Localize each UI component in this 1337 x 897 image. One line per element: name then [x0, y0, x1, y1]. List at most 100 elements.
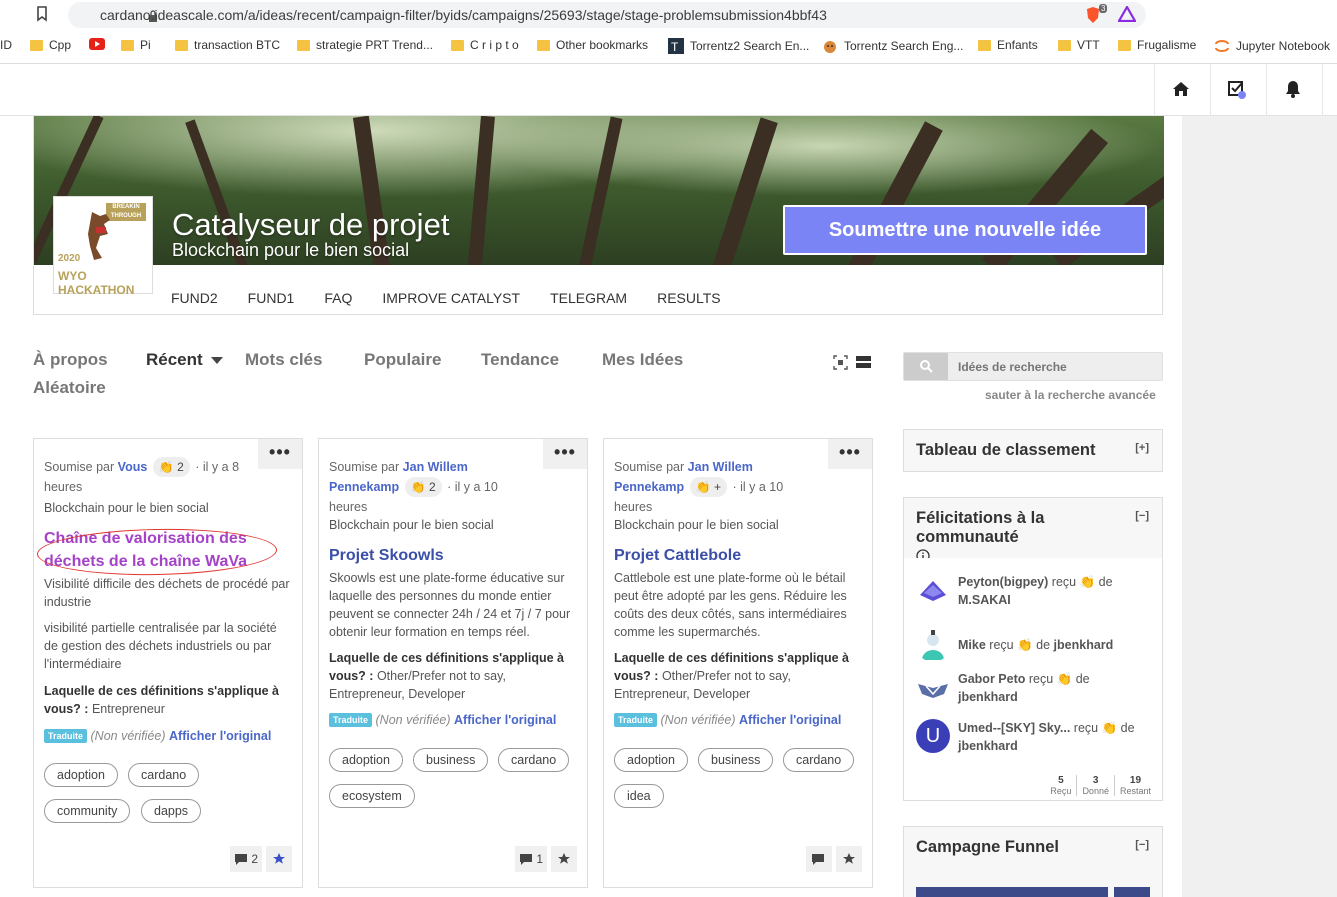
- idea-solution: visibilité partielle centralisée par la …: [44, 621, 277, 671]
- tag-adoption[interactable]: adoption: [44, 763, 118, 787]
- bookmark-id[interactable]: ID: [0, 38, 12, 52]
- kudos-giver[interactable]: jbenkhard: [1054, 638, 1114, 652]
- tab-popular[interactable]: Populaire: [364, 350, 441, 370]
- grid-view-icon[interactable]: [833, 355, 848, 370]
- idea-card[interactable]: ••• Soumise par Jan Willem Pennekamp 👏 +…: [603, 438, 873, 888]
- bookmark-icon[interactable]: [36, 6, 48, 22]
- community-kudos-widget: Félicitations à la communauté [−] Peyton(…: [903, 497, 1163, 801]
- bookmark-youtube[interactable]: [89, 38, 105, 50]
- tab-keywords[interactable]: Mots clés: [245, 350, 322, 370]
- comments-button[interactable]: [806, 846, 832, 872]
- tag-cardano[interactable]: cardano: [128, 763, 200, 787]
- kudos-stats: 5 Reçu 3 Donné 19 Restant: [1045, 775, 1156, 796]
- tag-adoption[interactable]: adoption: [329, 748, 403, 772]
- clap-icon: 👏: [1079, 575, 1096, 589]
- clap-badge[interactable]: 👏 2: [152, 457, 190, 477]
- star-icon: [843, 853, 855, 864]
- home-icon[interactable]: [1170, 78, 1192, 100]
- nav-fund1[interactable]: FUND1: [248, 290, 295, 306]
- favorite-button[interactable]: [266, 846, 292, 872]
- advanced-search-link[interactable]: sauter à la recherche avancée: [985, 388, 1156, 402]
- kudos-receiver[interactable]: Mike: [958, 638, 986, 652]
- tag-ecosystem[interactable]: ecosystem: [329, 784, 415, 808]
- kudos-receiver[interactable]: Gabor Peto: [958, 672, 1025, 686]
- clap-badge[interactable]: 👏 2: [404, 477, 442, 497]
- nav-fund2[interactable]: FUND2: [171, 290, 218, 306]
- kudos-giver[interactable]: jbenkhard: [958, 739, 1018, 753]
- bookmark-pi[interactable]: Pi: [121, 38, 151, 52]
- bookmark-cpp[interactable]: Cpp: [30, 38, 71, 52]
- kudos-receiver[interactable]: Umed--[SKY] Sky...: [958, 721, 1070, 735]
- more-options-button[interactable]: •••: [543, 439, 587, 469]
- brave-rewards-icon[interactable]: [1118, 6, 1136, 22]
- translated-badge: Traduite: [614, 713, 658, 727]
- bookmark-torrentz[interactable]: Torrentz Search Eng...: [822, 38, 963, 54]
- submit-new-idea-button[interactable]: Soumettre une nouvelle idée: [783, 205, 1147, 255]
- tag-idea[interactable]: idea: [614, 784, 664, 808]
- comment-icon: [235, 853, 248, 865]
- more-options-button[interactable]: •••: [828, 439, 872, 469]
- stat-value: 19: [1129, 775, 1142, 786]
- funnel-collapse-button[interactable]: [−]: [1135, 839, 1149, 851]
- kudos-giver[interactable]: jbenkhard: [958, 690, 1018, 704]
- tab-my-ideas[interactable]: Mes Idées: [602, 350, 683, 370]
- show-original-link[interactable]: Afficher l'original: [454, 713, 556, 727]
- avatar[interactable]: [916, 573, 950, 607]
- tag-dapps[interactable]: dapps: [141, 799, 202, 823]
- tag-business[interactable]: business: [413, 748, 489, 772]
- bookmark-transaction-btc[interactable]: transaction BTC: [175, 38, 280, 52]
- bookmark-other[interactable]: Other bookmarks: [537, 38, 648, 52]
- idea-card[interactable]: ••• Soumise par Vous 👏 2 · il y a 8 heur…: [33, 438, 303, 888]
- kudos-receiver[interactable]: Peyton(bigpey): [958, 575, 1048, 589]
- tag-community[interactable]: community: [44, 799, 131, 823]
- nav-results[interactable]: RESULTS: [657, 290, 721, 306]
- search-input[interactable]: [948, 353, 1162, 380]
- idea-card[interactable]: ••• Soumise par Jan Willem Pennekamp 👏 2…: [318, 438, 588, 888]
- bell-icon[interactable]: [1282, 78, 1304, 100]
- bookmark-jupyter[interactable]: Jupyter Notebook: [1214, 38, 1330, 54]
- clap-badge[interactable]: 👏 +: [689, 477, 727, 497]
- list-view-icon[interactable]: [856, 356, 871, 369]
- nav-telegram[interactable]: TELEGRAM: [550, 290, 627, 306]
- show-original-link[interactable]: Afficher l'original: [169, 729, 271, 743]
- avatar[interactable]: [916, 670, 950, 704]
- idea-title-link[interactable]: Projet Skoowls: [329, 544, 579, 567]
- favorite-button[interactable]: [836, 846, 862, 872]
- tab-about[interactable]: À propos: [33, 350, 108, 370]
- show-original-link[interactable]: Afficher l'original: [739, 713, 841, 727]
- author-link[interactable]: Vous: [118, 460, 148, 474]
- comments-button[interactable]: 1: [515, 846, 547, 872]
- tag-adoption[interactable]: adoption: [614, 748, 688, 772]
- bookmark-torrentz2[interactable]: T Torrentz2 Search En...: [668, 38, 809, 54]
- folder-icon: [451, 39, 464, 51]
- tasks-icon[interactable]: [1226, 78, 1248, 100]
- nav-faq[interactable]: FAQ: [324, 290, 352, 306]
- bookmark-cripto[interactable]: C r i p t o: [451, 38, 519, 52]
- translation-info: Traduite (Non vérifiée) Afficher l'origi…: [614, 713, 841, 727]
- more-options-button[interactable]: •••: [258, 439, 302, 469]
- search-button[interactable]: [904, 353, 948, 380]
- bookmark-enfants[interactable]: Enfants: [978, 38, 1038, 52]
- nav-improve-catalyst[interactable]: IMPROVE CATALYST: [382, 290, 520, 306]
- idea-search: [903, 352, 1163, 381]
- bookmark-vtt[interactable]: VTT: [1058, 38, 1100, 52]
- bookmark-frugalisme[interactable]: Frugalisme: [1118, 38, 1196, 52]
- tab-recent[interactable]: Récent: [146, 350, 223, 370]
- tab-random[interactable]: Aléatoire: [33, 378, 106, 398]
- tag-business[interactable]: business: [698, 748, 774, 772]
- tab-trending[interactable]: Tendance: [481, 350, 559, 370]
- comments-button[interactable]: 2: [230, 846, 262, 872]
- avatar[interactable]: U: [916, 719, 950, 753]
- community-collapse-button[interactable]: [−]: [1135, 510, 1149, 522]
- bookmark-strategie[interactable]: strategie PRT Trend...: [297, 38, 433, 52]
- leaderboard-expand-button[interactable]: [+]: [1135, 442, 1149, 454]
- favorite-button[interactable]: [551, 846, 577, 872]
- tag-cardano[interactable]: cardano: [498, 748, 570, 772]
- kudos-verb: reçu: [1028, 672, 1054, 686]
- avatar[interactable]: [916, 628, 950, 662]
- tag-cardano[interactable]: cardano: [783, 748, 855, 772]
- url-field[interactable]: cardano.ideascale.com/a/ideas/recent/cam…: [68, 2, 1146, 28]
- idea-title-link[interactable]: Projet Cattlebole: [614, 544, 864, 567]
- kudos-giver[interactable]: M.SAKAI: [958, 593, 1011, 607]
- youtube-icon: [89, 38, 105, 50]
